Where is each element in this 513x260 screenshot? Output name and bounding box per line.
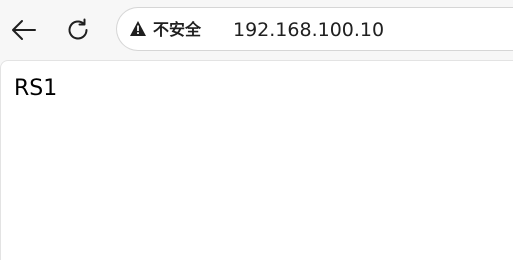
reload-icon [65,17,91,43]
warning-triangle-icon [129,20,147,41]
arrow-left-icon [11,19,37,41]
site-security-indicator[interactable]: 不安全 [129,17,201,43]
page-content: RS1 [0,60,513,260]
url-text[interactable]: 192.168.100.10 [233,18,384,42]
not-secure-label: 不安全 [153,20,202,39]
browser-toolbar: 不安全 192.168.100.10 [0,0,513,60]
page-body-text: RS1 [14,76,58,101]
back-button[interactable] [6,12,42,48]
reload-button[interactable] [60,12,96,48]
address-bar[interactable]: 不安全 192.168.100.10 [116,7,513,51]
